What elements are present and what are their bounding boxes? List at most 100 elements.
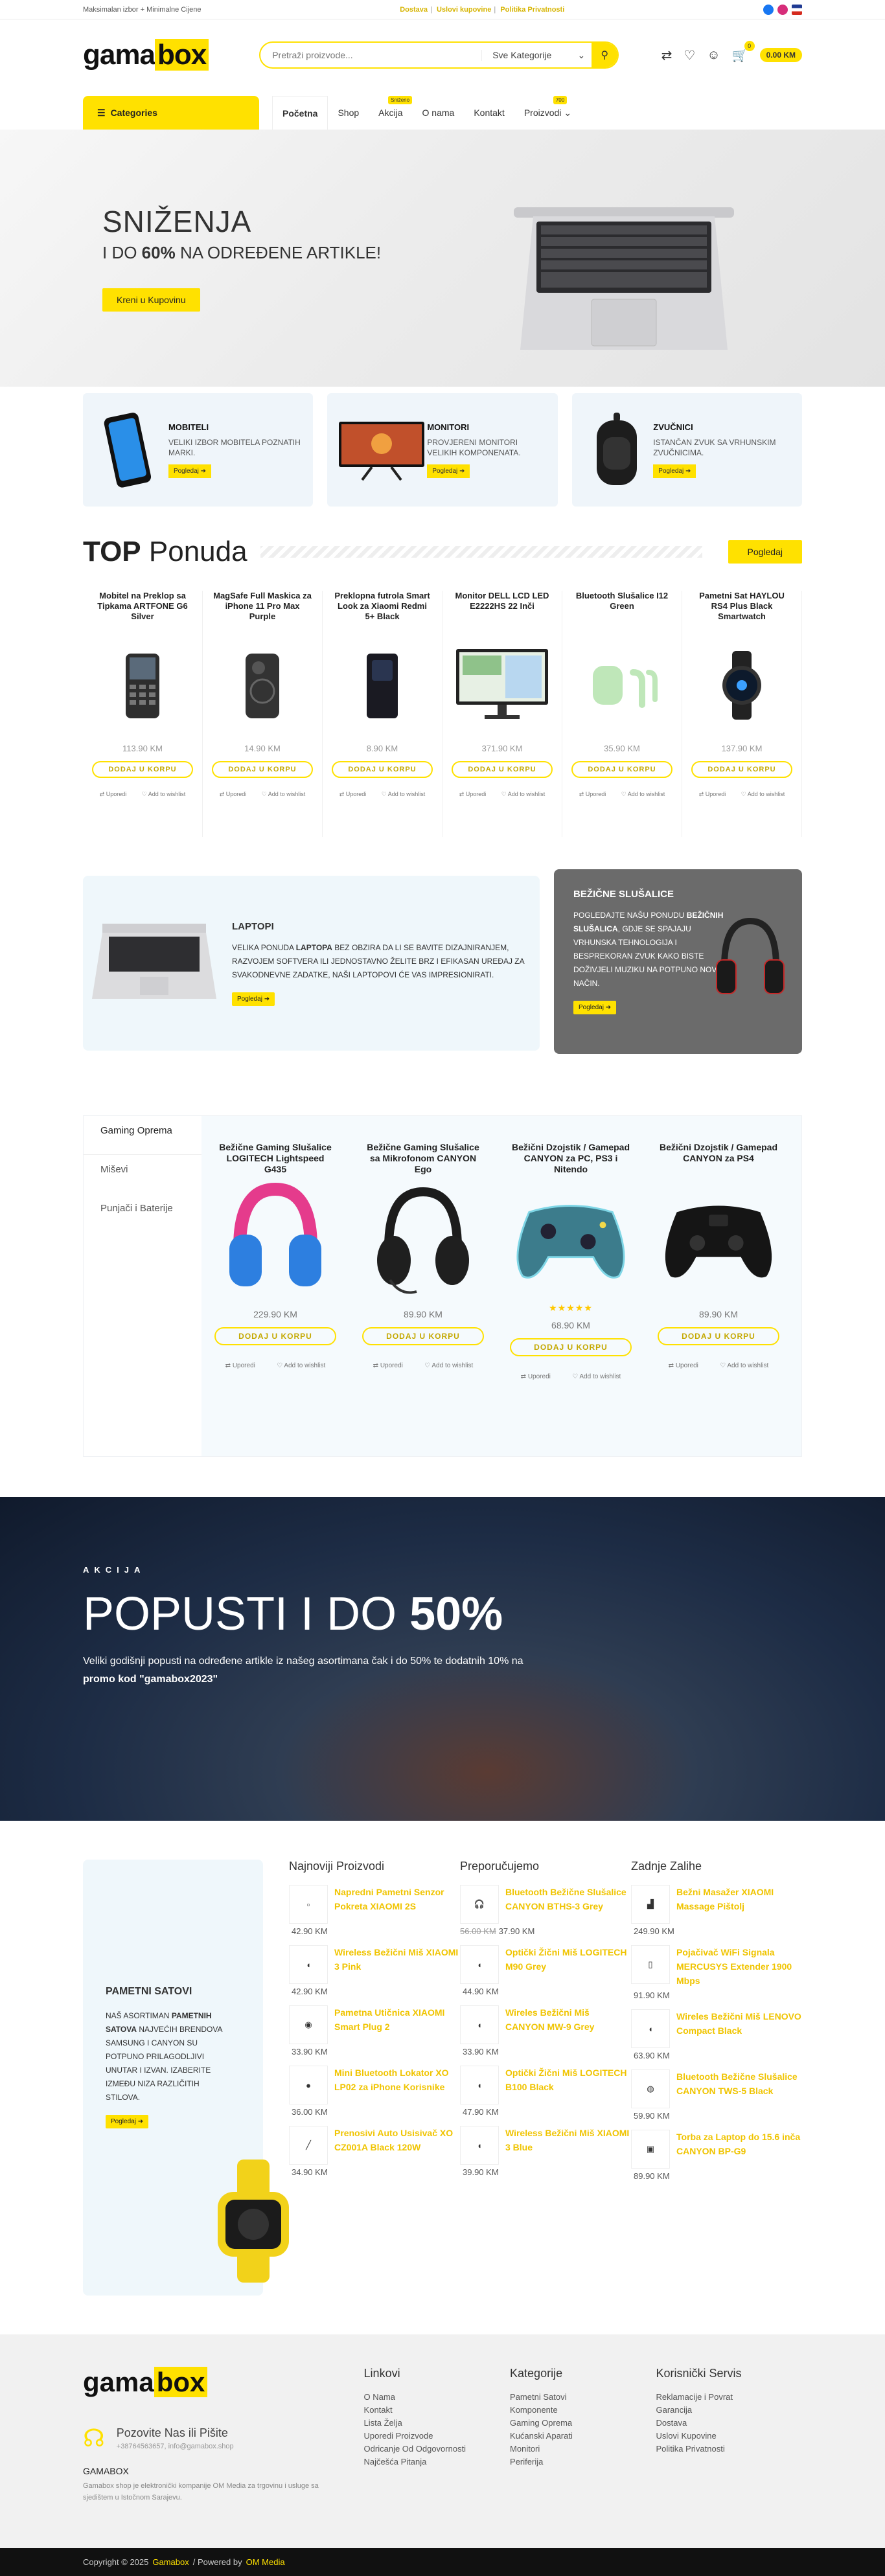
wishlist-button[interactable]: ♡ Add to wishlist	[424, 1362, 473, 1369]
nav-akcija[interactable]: Sniženo Akcija	[369, 96, 413, 130]
mouse-icon[interactable]: ◖	[460, 2005, 499, 2044]
smartwatch-view-button[interactable]: Pogledaj ➜	[106, 2115, 149, 2128]
footer-link[interactable]: Uporedi Proizvode	[364, 2430, 510, 2443]
list-item[interactable]: ╱ Prenosivi Auto Usisivač XO CZ001A Black…	[289, 2126, 460, 2177]
product-name[interactable]: Pametni Sat HAYLOU RS4 Plus Black Smartw…	[691, 591, 792, 633]
product-image[interactable]	[214, 1173, 336, 1303]
headphones-icon[interactable]: 🎧	[460, 1885, 499, 1924]
facebook-icon[interactable]	[763, 5, 774, 15]
compare-icon[interactable]: ⇄	[661, 47, 672, 63]
wireless-view-button[interactable]: Pogledaj ➜	[573, 1001, 617, 1014]
list-item[interactable]: ▟ Bežni Masažer XIAOMI Massage Pištolj 249…	[631, 1885, 802, 1936]
compare-button[interactable]: ⇄ Uporedi	[459, 791, 487, 798]
mouse-icon[interactable]: ◖	[460, 1945, 499, 1984]
plug-icon[interactable]: ◉	[289, 2005, 328, 2044]
promo-button[interactable]: Pogledaj ➜	[653, 464, 696, 478]
cart-total[interactable]: 0.00 KM	[759, 48, 802, 62]
promo-mobiteli[interactable]: MOBITELI VELIKI IZBOR MOBITELA POZNATIH M…	[83, 393, 314, 507]
tracker-icon[interactable]: ●	[289, 2066, 328, 2104]
add-to-cart-button[interactable]: DODAJ U KORPU	[658, 1327, 779, 1345]
footer-link[interactable]: Najčešća Pitanja	[364, 2456, 510, 2468]
link-dostava[interactable]: Dostava	[400, 6, 428, 14]
language-flag-icon[interactable]	[792, 5, 802, 15]
product-card[interactable]: Bežične Gaming Slušalice LOGITECH Lights…	[201, 1142, 349, 1456]
wishlist-button[interactable]: ♡ Add to wishlist	[262, 791, 306, 798]
footer-link[interactable]: Komponente	[510, 2404, 656, 2417]
wishlist-button[interactable]: ♡ Add to wishlist	[142, 791, 186, 798]
promo-button[interactable]: Pogledaj ➜	[168, 464, 212, 478]
wishlist-button[interactable]: ♡ Add to wishlist	[621, 791, 665, 798]
mouse-icon[interactable]: ◖	[631, 2009, 670, 2048]
wishlist-button[interactable]: ♡ Add to wishlist	[501, 791, 546, 798]
footer-link[interactable]: Kontakt	[364, 2404, 510, 2417]
add-to-cart-button[interactable]: DODAJ U KORPU	[362, 1327, 484, 1345]
product-image[interactable]	[92, 640, 193, 731]
top-view-all-button[interactable]: Pogledaj	[728, 540, 802, 564]
mouse-icon[interactable]: ◖	[460, 2066, 499, 2104]
add-to-cart-button[interactable]: DODAJ U KORPU	[92, 761, 193, 778]
product-image[interactable]	[571, 640, 672, 731]
footer-link[interactable]: Garancija	[656, 2404, 802, 2417]
wishlist-button[interactable]: ♡ Add to wishlist	[741, 791, 785, 798]
compare-button[interactable]: ⇄ Uporedi	[521, 1373, 551, 1380]
massager-icon[interactable]: ▟	[631, 1885, 670, 1924]
product-card[interactable]: Bežični Dzojstik / Gamepad CANYON za PC,…	[497, 1142, 645, 1456]
laptops-view-button[interactable]: Pogledaj ➜	[232, 992, 275, 1006]
promo-zvucnici[interactable]: ZVUČNICI ISTANČAN ZVUK SA VRHUNSKIM ZVUČN…	[571, 393, 802, 507]
list-item[interactable]: ◖ Wireless Bežični Miš XIAOMI 3 Pink 42.90…	[289, 1945, 460, 1996]
list-item[interactable]: ▣ Torba za Laptop do 15.6 inča CANYON BP-…	[631, 2130, 802, 2181]
product-name[interactable]: Mobitel na Preklop sa Tipkama ARTFONE G6…	[92, 591, 193, 633]
wishlist-button[interactable]: ♡ Add to wishlist	[382, 791, 426, 798]
add-to-cart-button[interactable]: DODAJ U KORPU	[214, 1327, 336, 1345]
product-name[interactable]: Monitor DELL LCD LED E2222HS 22 Inči	[452, 591, 553, 633]
nav-proizvodi[interactable]: 700 Proizvodi ⌄	[514, 96, 581, 130]
earbuds-icon[interactable]: ◍	[631, 2069, 670, 2108]
powered-by-link[interactable]: OM Media	[246, 2557, 285, 2567]
nav-kontakt[interactable]: Kontakt	[464, 96, 514, 130]
cart-icon[interactable]: 🛒 0	[732, 40, 755, 63]
wishlist-button[interactable]: ♡ Add to wishlist	[572, 1373, 621, 1380]
wishlist-button[interactable]: ♡ Add to wishlist	[277, 1362, 325, 1369]
list-item[interactable]: ◖ Wireles Bežični Miš LENOVO Compact Blac…	[631, 2009, 802, 2060]
category-select[interactable]: Sve Kategorije ⌄	[481, 49, 592, 61]
list-item[interactable]: ◖ Wireless Bežični Miš XIAOMI 3 Blue 39.90…	[460, 2126, 631, 2177]
footer-logo[interactable]: gamabox	[83, 2367, 364, 2398]
product-name[interactable]: Bluetooth Slušalice I12 Green	[571, 591, 672, 633]
footer-link[interactable]: Uslovi Kupovine	[656, 2430, 802, 2443]
promo-monitori[interactable]: MONITORI PROVJERENI MONITORI VELIKIH KOMP…	[327, 393, 558, 507]
categories-button[interactable]: ☰ Categories	[83, 96, 259, 130]
user-icon[interactable]: ☺	[707, 48, 720, 63]
contact-details[interactable]: +38764563657, info@gamabox.shop	[117, 2443, 234, 2450]
link-privatnost[interactable]: Politika Privatnosti	[500, 6, 564, 14]
compare-button[interactable]: ⇄ Uporedi	[669, 1362, 698, 1369]
footer-link[interactable]: Kućanski Aparati	[510, 2430, 656, 2443]
compare-button[interactable]: ⇄ Uporedi	[100, 791, 127, 798]
product-image[interactable]	[691, 640, 792, 731]
product-card[interactable]: Bežične Gaming Slušalice sa Mikrofonom C…	[349, 1142, 497, 1456]
footer-link[interactable]: Periferija	[510, 2456, 656, 2468]
mouse-icon[interactable]: ◖	[289, 1945, 328, 1984]
footer-link[interactable]: O Nama	[364, 2391, 510, 2404]
compare-button[interactable]: ⇄ Uporedi	[579, 791, 606, 798]
product-name[interactable]: Bežični Dzojstik / Gamepad CANYON za PC,…	[510, 1142, 632, 1174]
add-to-cart-button[interactable]: DODAJ U KORPU	[332, 761, 433, 778]
footer-link[interactable]: Gaming Oprema	[510, 2417, 656, 2430]
footer-link[interactable]: Pametni Satovi	[510, 2391, 656, 2404]
nav-shop[interactable]: Shop	[328, 96, 369, 130]
add-to-cart-button[interactable]: DODAJ U KORPU	[691, 761, 792, 778]
hero-shop-button[interactable]: Kreni u Kupovinu	[102, 288, 200, 312]
tab-gaming-oprema[interactable]: Gaming Oprema	[84, 1116, 201, 1155]
compare-button[interactable]: ⇄ Uporedi	[699, 791, 726, 798]
list-item[interactable]: ◖ Optički Žični Miš LOGITECH B100 Black 47…	[460, 2066, 631, 2117]
list-item[interactable]: ▯ Pojačivač WiFi Signala MERCUSYS Extende…	[631, 1945, 802, 2000]
product-image[interactable]	[212, 640, 313, 731]
wishlist-heart-icon[interactable]: ♡	[684, 47, 695, 63]
list-item[interactable]: ◉ Pametna Utičnica XIAOMI Smart Plug 2 33.…	[289, 2005, 460, 2057]
brand-link[interactable]: Gamabox	[152, 2557, 189, 2567]
product-name[interactable]: Bežični Dzojstik / Gamepad CANYON za PS4	[658, 1142, 779, 1173]
product-card[interactable]: MagSafe Full Maskica za iPhone 11 Pro Ma…	[203, 591, 323, 837]
product-card[interactable]: Pametni Sat HAYLOU RS4 Plus Black Smartw…	[682, 591, 802, 837]
footer-link[interactable]: Politika Privatnosti	[656, 2443, 802, 2456]
product-card[interactable]: Bluetooth Slušalice I12 Green 35.90 KM D…	[562, 591, 682, 837]
compare-button[interactable]: ⇄ Uporedi	[373, 1362, 403, 1369]
